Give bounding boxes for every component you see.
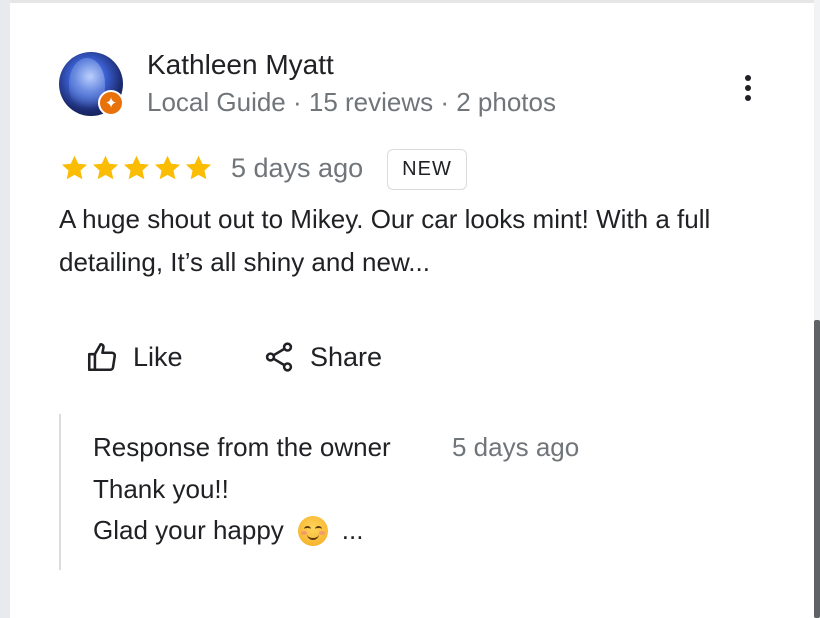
reviewer-name[interactable]: Kathleen Myatt [147,49,334,81]
more-dot [745,75,751,81]
share-button[interactable]: Share [262,335,382,379]
scrollbar-thumb[interactable] [814,320,820,618]
owner-response-line-2[interactable]: Glad your happy ... [93,515,363,546]
top-divider [10,0,816,3]
share-label: Share [310,341,383,372]
new-badge: NEW [387,149,467,190]
star-rating [59,151,214,185]
left-gutter [0,0,10,618]
local-guide-badge-icon: ✦ [98,90,124,116]
review-date: 5 days ago [231,153,364,183]
smiling-face-icon [297,515,328,546]
review-text[interactable]: A huge shout out to Mikey. Our car looks… [59,198,779,284]
star-icon [123,155,150,180]
thumbs-up-icon [87,342,117,372]
more-options-icon[interactable] [730,70,766,106]
like-label: Like [133,341,183,372]
share-icon [265,342,293,372]
reviewer-meta: Local Guide · 15 reviews · 2 photos [147,87,556,117]
owner-response-divider [59,414,61,570]
like-button[interactable]: Like [85,335,183,379]
owner-response-text: Glad your happy [93,515,284,545]
owner-response-title: Response from the owner [93,432,391,462]
star-icon [61,155,88,180]
star-icon [92,155,119,180]
owner-response-more[interactable]: ... [342,515,364,546]
owner-response-line-1: Thank you!! [93,474,229,504]
star-icon [154,155,181,180]
more-dot [745,95,751,101]
star-icon [185,155,212,180]
owner-response-date: 5 days ago [452,432,580,462]
more-dot [745,85,751,91]
